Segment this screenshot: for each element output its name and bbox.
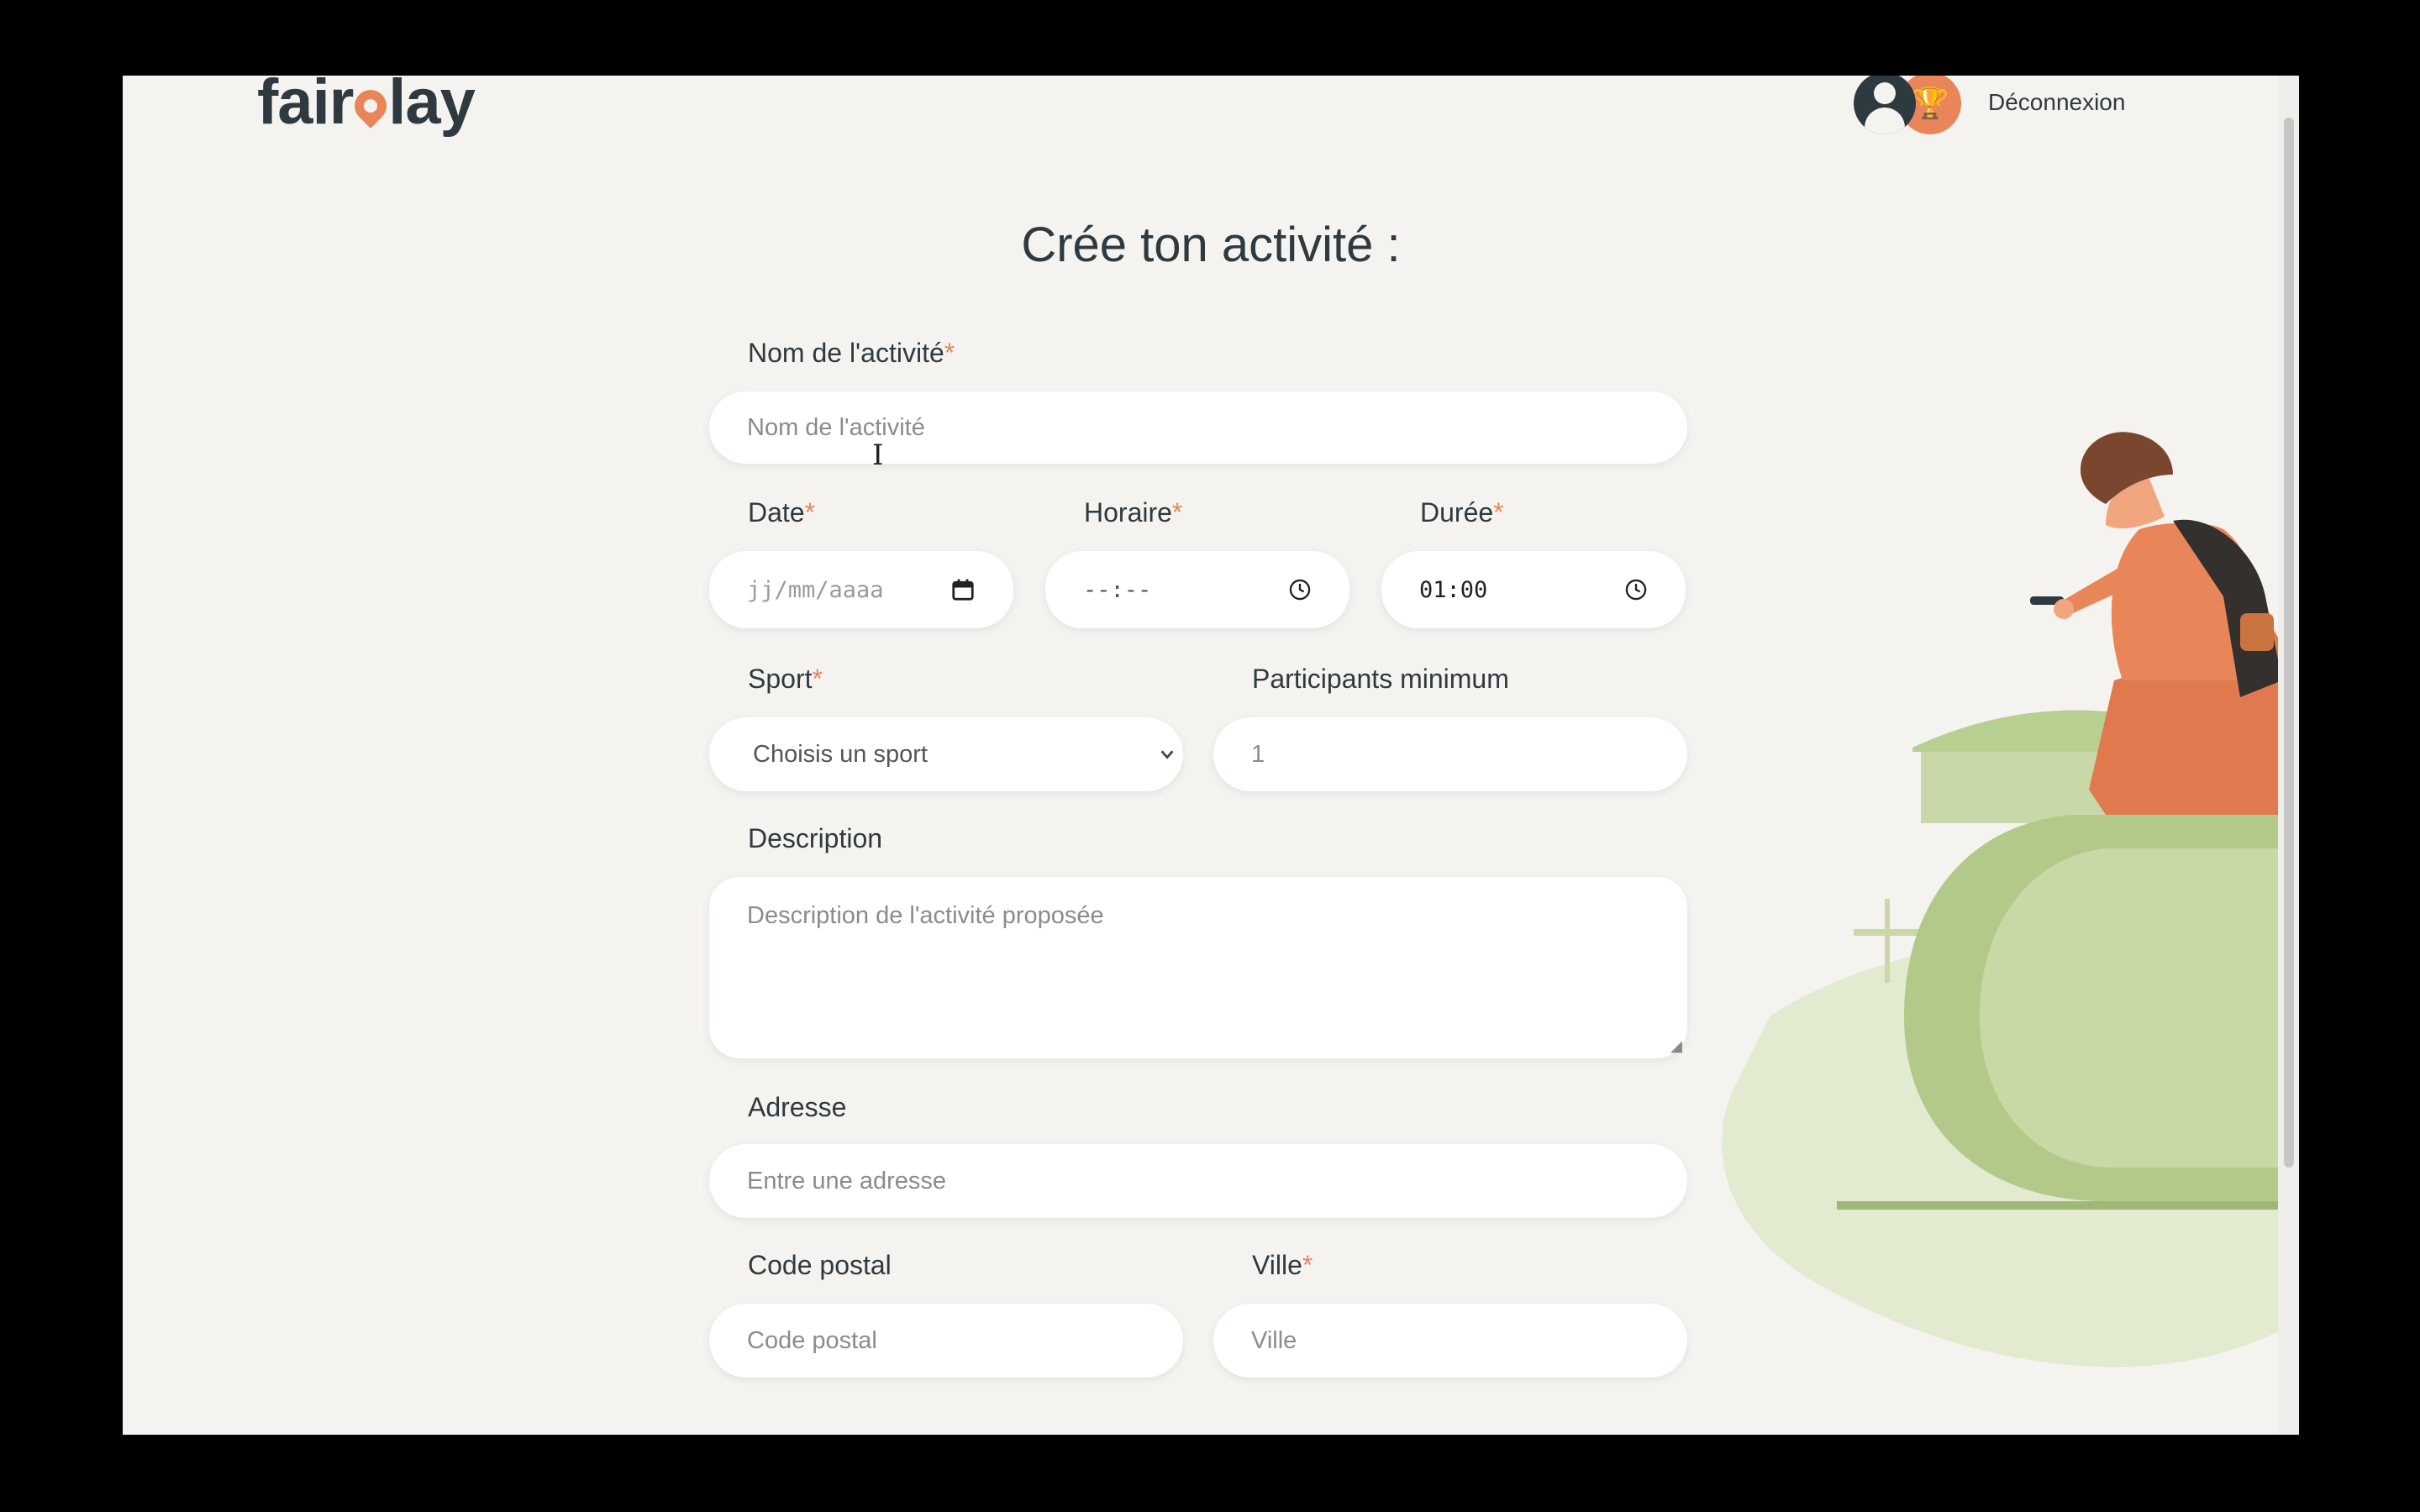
scrollbar[interactable] xyxy=(2278,76,2299,1435)
sport-select[interactable]: Choisis un sport xyxy=(709,717,1183,791)
description-textarea[interactable]: Description de l'activité proposée ◢ xyxy=(709,877,1687,1058)
page-title: Crée ton activité : xyxy=(1021,218,1401,272)
time-input[interactable]: --:-- xyxy=(1045,551,1349,628)
page: fair lay 🏆 Déconnexion Crée ton activité … xyxy=(123,76,2299,1435)
scrollbar-thumb[interactable] xyxy=(2284,118,2294,1168)
date-label: Date* xyxy=(748,497,816,528)
participants-label: Participants minimum xyxy=(1252,664,1509,694)
calendar-icon[interactable] xyxy=(950,577,976,602)
date-input[interactable]: jj/mm/aaaa xyxy=(709,551,1013,628)
clock-icon[interactable] xyxy=(1288,578,1312,601)
city-input[interactable]: Ville xyxy=(1213,1304,1687,1378)
fairplay-logo[interactable]: fair lay xyxy=(257,76,476,139)
address-input[interactable]: Entre une adresse xyxy=(709,1144,1687,1218)
clock-icon[interactable] xyxy=(1624,578,1648,601)
address-label: Adresse xyxy=(748,1092,847,1122)
logout-link[interactable]: Déconnexion xyxy=(1988,89,2125,116)
time-label: Horaire* xyxy=(1084,497,1183,528)
city-label: Ville* xyxy=(1252,1250,1313,1280)
user-icon[interactable] xyxy=(1854,76,1916,134)
participants-min-input[interactable]: 1 xyxy=(1213,717,1687,791)
person-escalator-illustration xyxy=(1722,432,2299,1368)
sport-label: Sport* xyxy=(748,664,823,694)
postal-code-input[interactable]: Code postal xyxy=(709,1304,1183,1378)
postal-code-label: Code postal xyxy=(748,1250,892,1280)
chevron-down-icon[interactable] xyxy=(1158,745,1176,764)
text-cursor-icon: I xyxy=(872,438,884,472)
duration-input[interactable]: 01:00 xyxy=(1381,551,1686,628)
description-label: Description xyxy=(748,823,883,853)
activity-name-label: Nom de l'activité* xyxy=(748,338,955,368)
activity-name-input[interactable]: Nom de l'activité xyxy=(709,391,1687,464)
resize-handle-icon[interactable]: ◢ xyxy=(1670,1037,1682,1055)
duration-label: Durée* xyxy=(1420,497,1504,528)
logo-pin-icon xyxy=(348,83,394,135)
